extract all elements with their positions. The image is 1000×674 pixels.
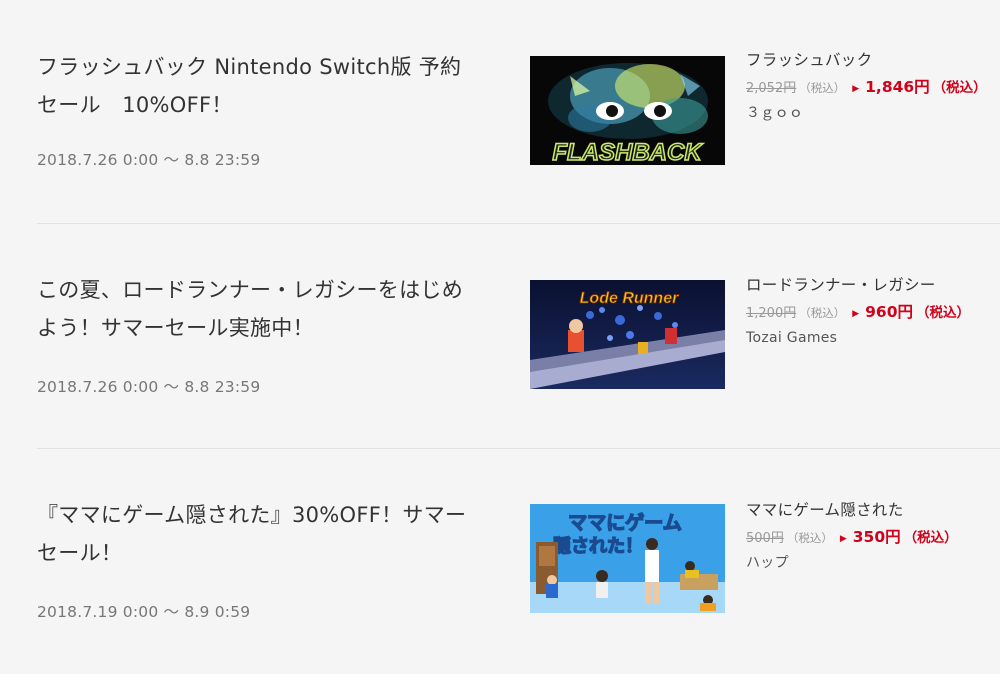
svg-text:ママにゲーム: ママにゲーム (568, 512, 681, 534)
price-block: 1,200円 （税込） ▶ 960円 （税込） (746, 302, 1000, 325)
sale-period: 2018.7.26 0:00 〜 8.8 23:59 (37, 151, 261, 169)
mama-thumbnail-image: ママにゲーム 隠された！ (530, 504, 725, 613)
price-block: 500円 （税込） ▶ 350円 （税込） (746, 527, 1000, 550)
sale-period: 2018.7.19 0:00 〜 8.9 0:59 (37, 603, 251, 621)
sale-item: 『ママにゲーム隠された』30%OFF！サマーセール！ 2018.7.19 0:0… (37, 450, 1000, 674)
game-thumbnail[interactable]: FLASHBACK (530, 56, 725, 165)
sale-tax-label: （税込） (932, 80, 987, 96)
sale-title[interactable]: フラッシュバック Nintendo Switch版 予約セール 10%OFF！ (37, 48, 477, 124)
original-price: 500円 (746, 531, 784, 546)
game-thumbnail[interactable]: Lode Runner (530, 280, 725, 389)
sale-item: この夏、ロードランナー・レガシーをはじめよう！サマーセール実施中！ 2018.7… (37, 225, 1000, 449)
publisher-name: ハップ (746, 555, 789, 571)
row-divider (37, 223, 1000, 224)
svg-text:隠された！: 隠された！ (553, 536, 643, 557)
original-price: 2,052円 (746, 81, 797, 96)
original-price: 1,200円 (746, 306, 797, 321)
svg-text:FLASHBACK: FLASHBACK (552, 139, 703, 165)
original-tax-label: （税込） (799, 81, 846, 95)
publisher-name: Tozai Games (746, 330, 838, 346)
sale-price: 960円 (865, 303, 913, 321)
arrow-right-icon: ▶ (852, 309, 860, 319)
sale-list: フラッシュバック Nintendo Switch版 予約セール 10%OFF！ … (0, 0, 1000, 667)
game-thumbnail[interactable]: ママにゲーム 隠された！ (530, 504, 725, 613)
row-divider (37, 448, 1000, 449)
lode-runner-thumbnail-image: Lode Runner (530, 280, 725, 389)
sale-tax-label: （税込） (903, 530, 958, 546)
game-name-link[interactable]: ロードランナー・レガシー (746, 275, 1000, 295)
game-name-link[interactable]: ママにゲーム隠された (746, 500, 1000, 520)
sale-item: フラッシュバック Nintendo Switch版 予約セール 10%OFF！ … (37, 0, 1000, 224)
game-info: ママにゲーム隠された 500円 （税込） ▶ 350円 （税込） ハップ (746, 500, 1000, 572)
publisher-name: ３ｇｏｏ (746, 105, 804, 121)
game-info: ロードランナー・レガシー 1,200円 （税込） ▶ 960円 （税込） Tozai G… (746, 275, 1000, 347)
price-block: 2,052円 （税込） ▶ 1,846円 （税込） (746, 77, 1000, 100)
sale-tax-label: （税込） (916, 305, 970, 321)
arrow-right-icon: ▶ (852, 84, 860, 94)
game-info: フラッシュバック 2,052円 （税込） ▶ 1,846円 （税込） ３ｇｏｏ (746, 50, 1000, 122)
game-name-link[interactable]: フラッシュバック (746, 50, 1000, 70)
sale-price: 350円 (852, 528, 901, 546)
sale-price: 1,846円 (865, 78, 930, 96)
original-tax-label: （税込） (799, 306, 846, 320)
sale-title[interactable]: 『ママにゲーム隠された』30%OFF！サマーセール！ (37, 496, 477, 572)
original-tax-label: （税込） (786, 531, 833, 545)
arrow-right-icon: ▶ (839, 534, 847, 544)
sale-period: 2018.7.26 0:00 〜 8.8 23:59 (37, 378, 261, 396)
flashback-thumbnail-image: FLASHBACK (530, 56, 725, 165)
sale-title[interactable]: この夏、ロードランナー・レガシーをはじめよう！サマーセール実施中！ (37, 271, 477, 347)
svg-text:Lode Runner: Lode Runner (580, 290, 679, 307)
